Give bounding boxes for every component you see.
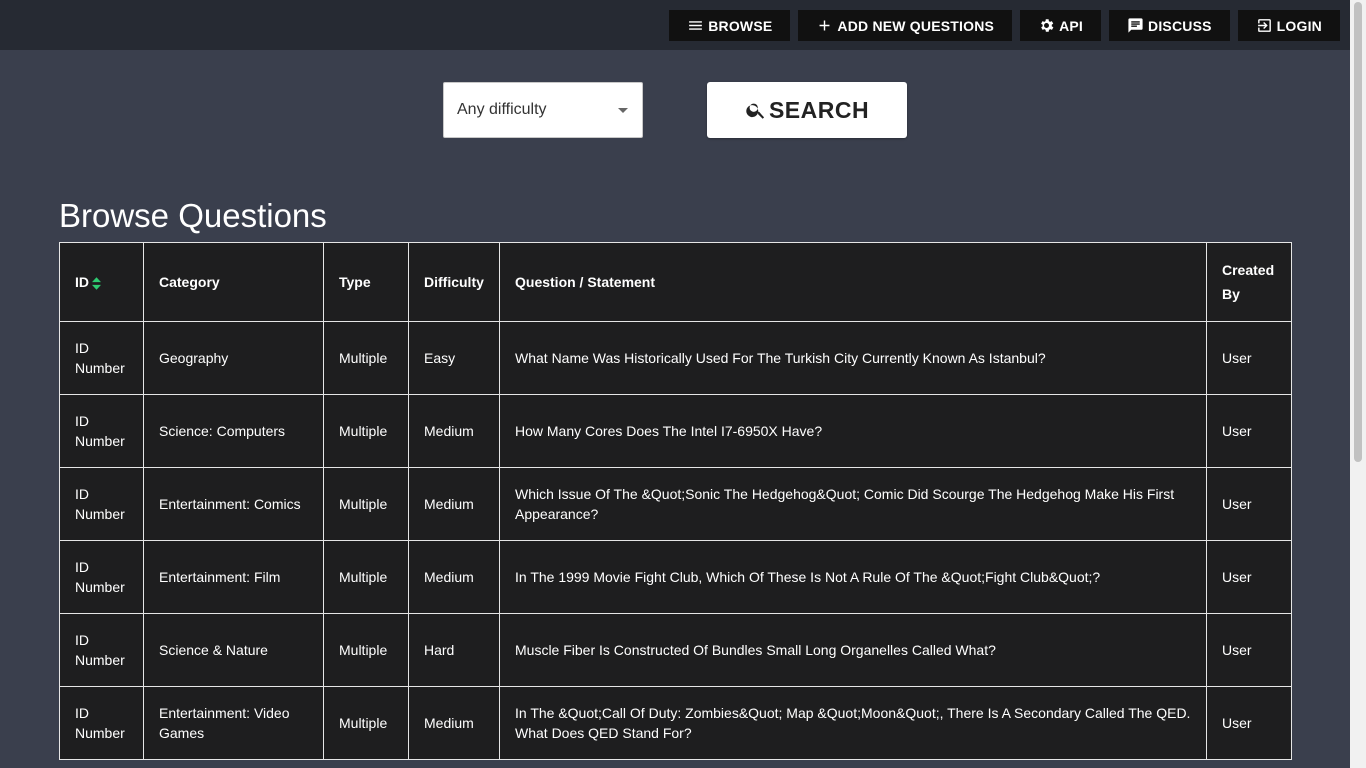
cell-type: Multiple bbox=[323, 321, 409, 395]
search-icon bbox=[746, 103, 765, 119]
discuss-button[interactable]: DISCUSS bbox=[1109, 10, 1230, 41]
table-row[interactable]: ID Number Entertainment: Video Games Mul… bbox=[59, 686, 1292, 760]
column-header-type: Type bbox=[323, 242, 409, 322]
table-header-row: ID Category Type Difficulty Question / S… bbox=[59, 242, 1292, 322]
cell-id: ID Number bbox=[59, 540, 144, 614]
login-button[interactable]: LOGIN bbox=[1237, 10, 1340, 41]
cell-question: What Name Was Historically Used For The … bbox=[499, 321, 1207, 395]
cell-question: In The &Quot;Call Of Duty: Zombies&Quot;… bbox=[499, 686, 1207, 760]
cell-difficulty: Medium bbox=[408, 540, 500, 614]
cell-type: Multiple bbox=[323, 467, 409, 541]
cell-question: In The 1999 Movie Fight Club, Which Of T… bbox=[499, 540, 1207, 614]
search-button-label: SEARCH bbox=[768, 96, 870, 123]
column-header-id[interactable]: ID bbox=[59, 242, 144, 322]
cell-question: How Many Cores Does The Intel I7-6950X H… bbox=[499, 394, 1207, 468]
add-new-questions-button[interactable]: ADD NEW QUESTIONS bbox=[798, 10, 1013, 41]
cell-question: Which Issue Of The &Quot;Sonic The Hedge… bbox=[499, 467, 1207, 541]
cell-question: Muscle Fiber Is Constructed Of Bundles S… bbox=[499, 613, 1207, 687]
cell-category: Entertainment: Comics bbox=[143, 467, 324, 541]
cell-difficulty: Medium bbox=[408, 467, 500, 541]
cell-category: Entertainment: Video Games bbox=[143, 686, 324, 760]
questions-table: ID Category Type Difficulty Question / S… bbox=[59, 242, 1292, 760]
cell-id: ID Number bbox=[59, 394, 144, 468]
cell-created-by: User bbox=[1206, 686, 1292, 760]
cell-category: Science: Computers bbox=[143, 394, 324, 468]
chat-icon bbox=[1127, 17, 1144, 34]
search-button[interactable]: SEARCH bbox=[707, 82, 907, 138]
difficulty-select-value: Any difficulty bbox=[457, 101, 547, 118]
cell-created-by: User bbox=[1206, 613, 1292, 687]
cell-id: ID Number bbox=[59, 613, 144, 687]
cell-created-by: User bbox=[1206, 394, 1292, 468]
page-scrollbar[interactable] bbox=[1350, 0, 1366, 768]
cell-type: Multiple bbox=[323, 613, 409, 687]
browse-button[interactable]: BROWSE bbox=[669, 10, 791, 41]
table-row[interactable]: ID Number Entertainment: Comics Multiple… bbox=[59, 467, 1292, 541]
page-title: Browse Questions bbox=[59, 197, 327, 234]
menu-icon bbox=[687, 17, 704, 34]
cell-type: Multiple bbox=[323, 540, 409, 614]
api-button[interactable]: API bbox=[1020, 10, 1102, 41]
browse-label: BROWSE bbox=[708, 17, 773, 34]
cell-category: Geography bbox=[143, 321, 324, 395]
plus-icon bbox=[816, 17, 833, 34]
add-new-questions-label: ADD NEW QUESTIONS bbox=[837, 17, 995, 34]
api-label: API bbox=[1059, 17, 1084, 34]
login-label: LOGIN bbox=[1276, 17, 1322, 34]
dropdown-caret-icon bbox=[618, 108, 628, 113]
scrollbar-thumb[interactable] bbox=[1354, 2, 1362, 462]
cell-id: ID Number bbox=[59, 467, 144, 541]
cell-id: ID Number bbox=[59, 686, 144, 760]
cell-difficulty: Easy bbox=[408, 321, 500, 395]
column-header-created-by: Created By bbox=[1206, 242, 1292, 322]
table-row[interactable]: ID Number Geography Multiple Easy What N… bbox=[59, 321, 1292, 395]
top-bar: BROWSE ADD NEW QUESTIONS API DISCUSS LOG… bbox=[0, 0, 1350, 50]
cell-difficulty: Hard bbox=[408, 613, 500, 687]
cell-id: ID Number bbox=[59, 321, 144, 395]
difficulty-select[interactable]: Any difficulty bbox=[443, 82, 643, 138]
sort-icon[interactable] bbox=[92, 276, 101, 290]
cell-difficulty: Medium bbox=[408, 686, 500, 760]
discuss-label: DISCUSS bbox=[1148, 17, 1212, 34]
cell-type: Multiple bbox=[323, 686, 409, 760]
login-icon bbox=[1256, 17, 1273, 34]
cell-category: Science & Nature bbox=[143, 613, 324, 687]
cell-created-by: User bbox=[1206, 540, 1292, 614]
column-header-category: Category bbox=[143, 242, 324, 322]
cell-created-by: User bbox=[1206, 467, 1292, 541]
column-header-question: Question / Statement bbox=[499, 242, 1207, 322]
table-row[interactable]: ID Number Entertainment: Film Multiple M… bbox=[59, 540, 1292, 614]
cell-created-by: User bbox=[1206, 321, 1292, 395]
cell-type: Multiple bbox=[323, 394, 409, 468]
table-row[interactable]: ID Number Science & Nature Multiple Hard… bbox=[59, 613, 1292, 687]
column-header-difficulty: Difficulty bbox=[408, 242, 500, 322]
table-row[interactable]: ID Number Science: Computers Multiple Me… bbox=[59, 394, 1292, 468]
main-nav: BROWSE ADD NEW QUESTIONS API DISCUSS LOG… bbox=[669, 10, 1340, 41]
gear-icon bbox=[1038, 17, 1055, 34]
cell-category: Entertainment: Film bbox=[143, 540, 324, 614]
cell-difficulty: Medium bbox=[408, 394, 500, 468]
